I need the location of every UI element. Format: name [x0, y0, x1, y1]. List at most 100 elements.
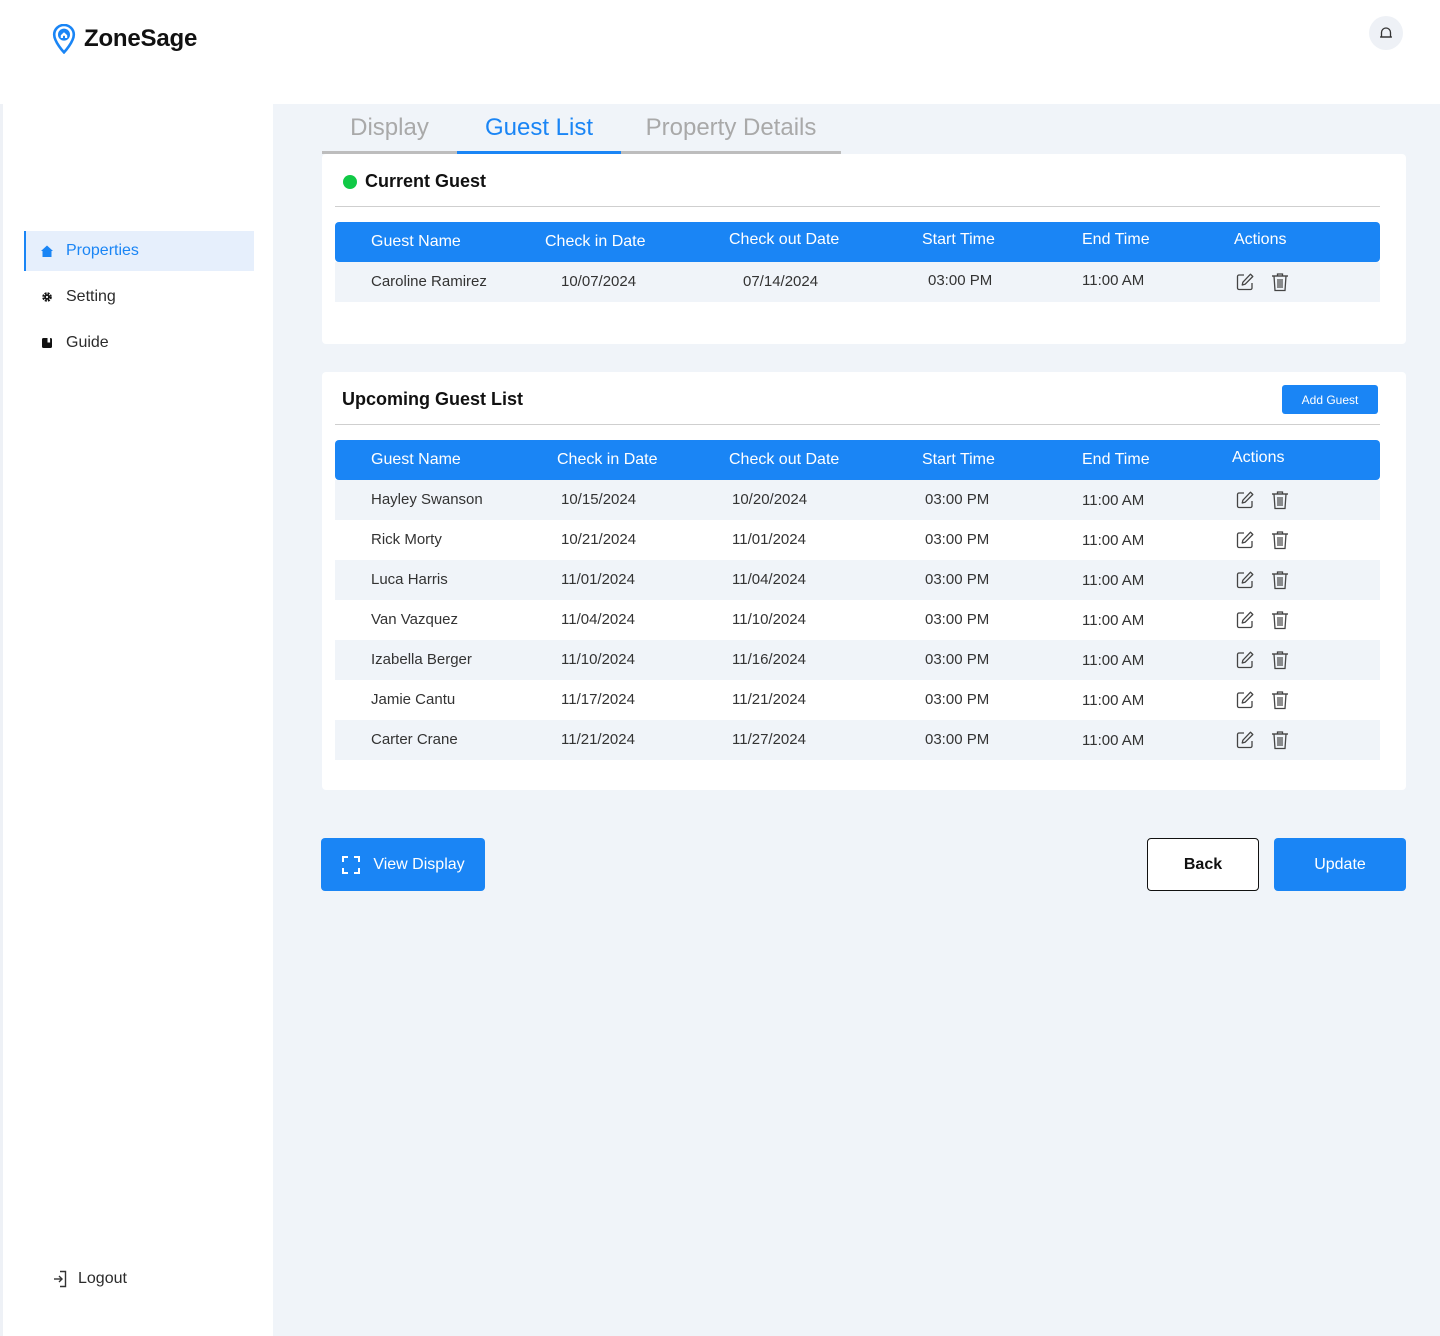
- check-out-date: 10/20/2024: [732, 491, 808, 508]
- table-row: Hayley Swanson 10/15/2024 10/20/2024 03:00 …: [335, 480, 1380, 520]
- fullscreen-icon: [342, 855, 361, 874]
- edit-icon: [1236, 611, 1254, 629]
- delete-button[interactable]: [1270, 490, 1290, 510]
- notification-button[interactable]: [1369, 16, 1403, 50]
- table-row: Van Vazquez 11/04/2024 11/10/2024 03:00 PM 1…: [335, 600, 1380, 640]
- logout-label: Logout: [78, 1270, 127, 1287]
- update-button[interactable]: Update: [1274, 838, 1406, 891]
- check-out-date: 11/01/2024: [732, 531, 806, 548]
- check-in-date: 10/15/2024: [561, 491, 637, 508]
- check-in-date: 11/17/2024: [561, 691, 635, 708]
- table-row: Caroline Ramirez 10/07/2024 07/14/2024 0…: [335, 262, 1380, 302]
- start-time: 03:00 PM: [925, 611, 990, 628]
- column-header: End Time: [1082, 231, 1150, 248]
- start-time: 03:00 PM: [928, 272, 993, 289]
- guest-name: Rick Morty: [371, 531, 442, 548]
- logout-button[interactable]: Logout: [52, 1270, 127, 1288]
- guest-name: Hayley Swanson: [371, 491, 483, 508]
- guest-name: Luca Harris: [371, 571, 448, 588]
- back-button[interactable]: Back: [1147, 838, 1259, 891]
- check-in-date: 10/07/2024: [561, 273, 637, 290]
- column-header: Start Time: [922, 451, 995, 468]
- start-time: 03:00 PM: [925, 491, 990, 508]
- check-out-date: 11/10/2024: [732, 611, 806, 628]
- sidebar-item-properties[interactable]: Properties: [24, 231, 254, 271]
- edit-icon: [1236, 731, 1254, 749]
- delete-button[interactable]: [1270, 610, 1290, 630]
- column-header: Guest Name: [371, 451, 461, 468]
- delete-button[interactable]: [1270, 530, 1290, 550]
- sidebar-item-setting[interactable]: Setting: [24, 277, 254, 317]
- trash-icon: [1272, 731, 1288, 750]
- sidebar: Properties Setting Guide Logout: [3, 104, 273, 1336]
- sidebar-item-label: Guide: [66, 334, 109, 351]
- sidebar-item-label: Properties: [66, 242, 139, 259]
- table-row: Luca Harris 11/01/2024 11/04/2024 03:00 PM 1…: [335, 560, 1380, 600]
- check-out-date: 11/27/2024: [732, 731, 806, 748]
- delete-button[interactable]: [1270, 272, 1290, 292]
- delete-button[interactable]: [1270, 730, 1290, 750]
- delete-button[interactable]: [1270, 570, 1290, 590]
- column-header: Start Time: [922, 231, 995, 248]
- edit-button[interactable]: [1235, 490, 1255, 510]
- column-header: Actions: [1232, 449, 1285, 466]
- guest-name: Jamie Cantu: [371, 691, 456, 708]
- current-guest-table-header: Guest Name Check in Date Check out Date …: [335, 222, 1380, 262]
- end-time: 11:00 AM: [1082, 532, 1145, 549]
- tab-bar: Display Guest List Property Details: [322, 104, 841, 154]
- check-out-date: 07/14/2024: [743, 273, 819, 290]
- start-time: 03:00 PM: [925, 651, 990, 668]
- check-in-date: 11/21/2024: [561, 731, 635, 748]
- edit-button[interactable]: [1235, 530, 1255, 550]
- tab-display[interactable]: Display: [322, 104, 457, 154]
- edit-button[interactable]: [1235, 690, 1255, 710]
- status-dot: [343, 174, 357, 189]
- edit-button[interactable]: [1235, 730, 1255, 750]
- edit-button[interactable]: [1235, 610, 1255, 630]
- check-in-date: 11/10/2024: [561, 651, 635, 668]
- check-out-date: 11/16/2024: [732, 651, 806, 668]
- sidebar-item-guide[interactable]: Guide: [24, 323, 254, 363]
- end-time: 11:00 AM: [1082, 732, 1145, 749]
- edit-button[interactable]: [1235, 650, 1255, 670]
- view-display-button[interactable]: View Display: [321, 838, 485, 891]
- start-time: 03:00 PM: [925, 571, 990, 588]
- end-time: 11:00 AM: [1082, 652, 1145, 669]
- book-icon: [40, 336, 54, 350]
- end-time: 11:00 AM: [1082, 612, 1145, 629]
- edit-icon: [1236, 531, 1254, 549]
- end-time: 11:00 AM: [1082, 692, 1145, 709]
- start-time: 03:00 PM: [925, 691, 990, 708]
- column-header: Check out Date: [729, 451, 840, 468]
- delete-button[interactable]: [1270, 690, 1290, 710]
- edit-button[interactable]: [1235, 570, 1255, 590]
- current-guest-card: Current Guest Guest Name Check in Date C…: [322, 154, 1406, 344]
- column-header: Check in Date: [545, 233, 646, 250]
- tab-property-details[interactable]: Property Details: [621, 104, 841, 154]
- table-row: Izabella Berger 11/10/2024 11/16/2024 03:00…: [335, 640, 1380, 680]
- guest-name: Van Vazquez: [371, 611, 459, 628]
- current-guest-title: Current Guest: [365, 171, 487, 191]
- column-header: Check in Date: [557, 451, 658, 468]
- edit-icon: [1236, 651, 1254, 669]
- divider: [335, 206, 1380, 207]
- tab-guest-list[interactable]: Guest List: [457, 104, 621, 154]
- check-in-date: 10/21/2024: [561, 531, 637, 548]
- delete-button[interactable]: [1270, 650, 1290, 670]
- trash-icon: [1272, 651, 1288, 670]
- check-in-date: 11/01/2024: [561, 571, 635, 588]
- upcoming-guest-title: Upcoming Guest List: [342, 389, 524, 409]
- column-header: Guest Name: [371, 233, 461, 250]
- divider: [335, 424, 1380, 425]
- main-content: Display Guest List Property Details Curr…: [273, 104, 1440, 1336]
- trash-icon: [1272, 273, 1288, 292]
- brand-logo[interactable]: ZoneSage: [52, 24, 197, 54]
- add-guest-button[interactable]: Add Guest: [1282, 385, 1378, 414]
- check-out-date: 11/21/2024: [732, 691, 806, 708]
- edit-icon: [1236, 491, 1254, 509]
- app-name: ZoneSage: [84, 25, 198, 52]
- current-guest-heading: Current Guest: [343, 171, 486, 192]
- table-row: Rick Morty 10/21/2024 11/01/2024 03:00 PM 11…: [335, 520, 1380, 560]
- table-row: Carter Crane 11/21/2024 11/27/2024 03:00 PM…: [335, 720, 1380, 760]
- edit-button[interactable]: [1235, 272, 1255, 292]
